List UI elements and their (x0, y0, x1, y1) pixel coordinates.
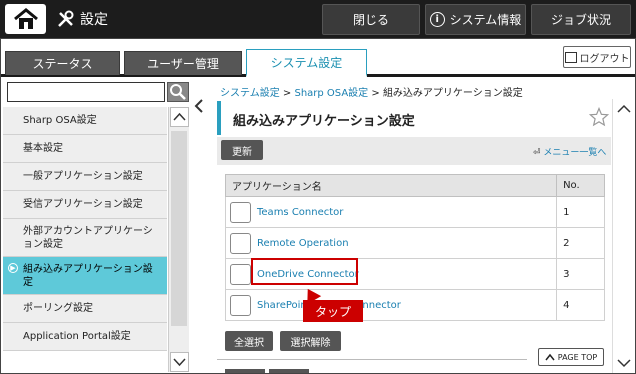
close-button[interactable]: 閉じる (322, 4, 420, 35)
sidebar-scrollbar[interactable] (168, 107, 189, 372)
home-icon (14, 8, 38, 29)
page-top-button[interactable]: PAGE TOP (538, 348, 604, 366)
panel-header: 組み込みアプリケーション設定 (217, 101, 611, 135)
deselect-all-button[interactable]: 選択解除 (280, 331, 341, 351)
tab-user-management[interactable]: ユーザー管理 (124, 51, 242, 75)
logout-icon (564, 51, 577, 63)
home-button[interactable] (5, 4, 46, 34)
tab-bar: ステータス ユーザー管理 システム設定 ログアウト (1, 39, 635, 77)
sidebar-item-receive-app[interactable]: 受信アプリケーション設定 (3, 191, 167, 219)
system-info-button[interactable]: i システム情報 (425, 4, 526, 35)
breadcrumb-system-settings[interactable]: システム設定 (220, 88, 280, 99)
app-name-link[interactable]: Remote Operation (257, 238, 349, 249)
search-input[interactable] (7, 82, 165, 102)
partial-button (225, 369, 265, 373)
search-icon (170, 84, 186, 100)
partial-button (269, 369, 309, 373)
main-frame: ステータス ユーザー管理 システム設定 ログアウト Sharp OSA設定 基本… (0, 38, 636, 374)
app-number: 4 (556, 289, 605, 321)
chevron-down-icon[interactable] (614, 353, 634, 373)
table-header-row: アプリケーション名 No. (224, 174, 605, 197)
chevron-up-icon (173, 112, 186, 121)
job-status-button[interactable]: ジョブ状況 (531, 4, 631, 35)
logout-button[interactable]: ログアウト (563, 46, 631, 68)
app-number: 3 (556, 258, 605, 290)
app-number: 1 (556, 196, 605, 228)
row-checkbox[interactable] (230, 201, 251, 223)
sidebar-item-general-app[interactable]: 一般アプリケーション設定 (3, 163, 167, 191)
row-checkbox[interactable] (230, 263, 251, 285)
sidebar: Sharp OSA設定 基本設定 一般アプリケーション設定 受信アプリケーション… (3, 80, 189, 372)
chevron-down-icon (173, 358, 186, 367)
menu-list-link[interactable]: ⏎ メニュー一覧へ (533, 145, 606, 158)
sidebar-item-label: 外部アカウントアプリケーション設定 (23, 225, 153, 250)
scroll-down-button[interactable] (170, 352, 189, 372)
system-info-label: システム情報 (449, 13, 522, 27)
page-title-text: 設定 (80, 12, 108, 28)
application-table: アプリケーション名 No. Teams Connector 1 Remote O… (224, 174, 605, 321)
breadcrumb-separator: > (282, 88, 292, 99)
row-checkbox[interactable] (230, 232, 251, 254)
scroll-thumb[interactable] (171, 131, 187, 326)
sidebar-item-basic[interactable]: 基本設定 (3, 135, 167, 163)
breadcrumb-current: 組み込みアプリケーション設定 (382, 88, 523, 99)
breadcrumb-sharp-osa[interactable]: Sharp OSA設定 (294, 88, 368, 99)
sidebar-item-label: Application Portal設定 (23, 331, 131, 342)
tab-status[interactable]: ステータス (5, 51, 120, 75)
refresh-button[interactable]: 更新 (221, 140, 263, 160)
table-row: Teams Connector 1 (224, 196, 605, 228)
tap-callout: タップ (303, 300, 363, 322)
chevron-right-icon: ▶ (8, 263, 18, 273)
sidebar-item-label: 組み込みアプリケーション設定 (23, 263, 153, 288)
sidebar-item-external-account-app[interactable]: 外部アカウントアプリケーション設定 (3, 219, 167, 257)
wrench-screwdriver-icon (58, 10, 74, 27)
app-number: 2 (556, 227, 605, 259)
page-title: 設定 (56, 8, 108, 30)
table-row: SharePoint Online Connector 4 (224, 289, 605, 321)
return-arrow-icon: ⏎ (533, 148, 541, 158)
select-all-button[interactable]: 全選択 (225, 331, 273, 351)
row-checkbox[interactable] (230, 294, 251, 316)
logout-label: ログアウト (579, 53, 630, 65)
column-header-name: アプリケーション名 (224, 174, 558, 197)
search-button[interactable] (167, 82, 189, 102)
breadcrumb: システム設定 > Sharp OSA設定 > 組み込みアプリケーション設定 (220, 84, 523, 99)
column-header-no: No. (556, 174, 605, 197)
scroll-up-button[interactable] (170, 107, 189, 127)
app-name-link[interactable]: Teams Connector (257, 207, 343, 218)
sidebar-item-label: 受信アプリケーション設定 (23, 199, 143, 210)
tab-system-settings[interactable]: システム設定 (246, 49, 367, 77)
star-icon[interactable] (589, 107, 609, 127)
sidebar-item-polling[interactable]: ポーリング設定 (3, 295, 167, 323)
page-top-label: PAGE TOP (557, 352, 598, 362)
table-row: Remote Operation 2 (224, 227, 605, 259)
sidebar-list: Sharp OSA設定 基本設定 一般アプリケーション設定 受信アプリケーション… (3, 107, 167, 351)
info-icon: i (429, 12, 445, 27)
menu-list-label: メニュー一覧へ (543, 148, 607, 158)
top-bar: 設定 閉じる i システム情報 ジョブ状況 (0, 0, 636, 38)
panel-toolbar: 更新 ⏎ メニュー一覧へ (217, 137, 611, 165)
sidebar-item-sharp-osa[interactable]: Sharp OSA設定 (3, 107, 167, 135)
chevron-up-icon (545, 353, 555, 361)
sidebar-item-application-portal[interactable]: Application Portal設定 (3, 323, 167, 351)
collapse-sidebar-icon[interactable] (192, 99, 206, 113)
panel-title: 組み込みアプリケーション設定 (233, 114, 415, 129)
highlight-box (251, 258, 358, 285)
sidebar-item-embedded-app[interactable]: ▶ 組み込みアプリケーション設定 (3, 257, 167, 295)
breadcrumb-separator: > (371, 88, 380, 99)
sidebar-item-label: 基本設定 (23, 143, 63, 154)
sidebar-item-label: 一般アプリケーション設定 (23, 171, 143, 182)
sidebar-item-label: ポーリング設定 (23, 303, 93, 314)
divider (217, 359, 527, 360)
chevron-up-icon[interactable] (614, 99, 634, 119)
content-scrollbar[interactable] (612, 99, 634, 373)
sidebar-item-label: Sharp OSA設定 (23, 115, 97, 126)
